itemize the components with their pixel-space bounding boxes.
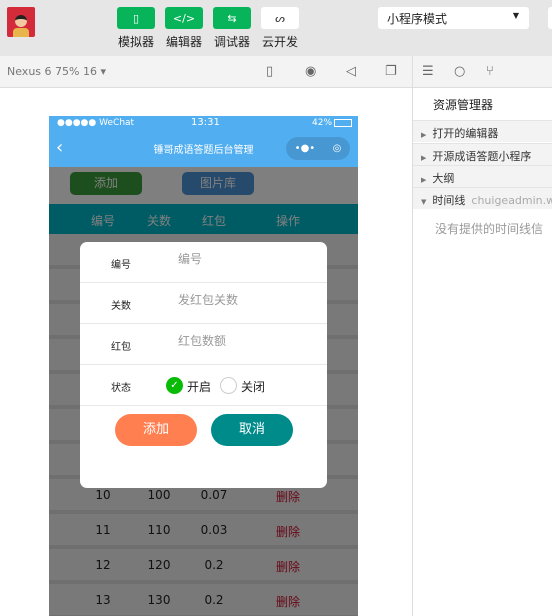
field-label: 关数 bbox=[111, 301, 131, 312]
section-project[interactable]: ▶ 开源成语答题小程序 bbox=[413, 143, 552, 165]
radio-off-label[interactable]: 关闭 bbox=[241, 378, 265, 395]
sliders-icon: ⇆ bbox=[227, 11, 237, 25]
radio-on-label[interactable]: 开启 bbox=[187, 378, 211, 395]
id-input[interactable] bbox=[178, 252, 308, 266]
section-label: 大纲 bbox=[432, 172, 455, 185]
redpacket-input[interactable] bbox=[178, 334, 308, 348]
field-label: 状态 bbox=[111, 383, 131, 394]
cloud-button[interactable]: ᔕ bbox=[261, 7, 299, 29]
field-id: 编号 bbox=[80, 242, 327, 283]
explorer-panel: 资源管理器 ▶ 打开的编辑器 ▶ 开源成语答题小程序 ▶ 大纲 ▼ 时间线 chuigea… bbox=[413, 88, 552, 616]
editor-button[interactable]: </> bbox=[165, 7, 203, 29]
simulator-button[interactable]: ▯ bbox=[117, 7, 155, 29]
add-dialog: 编号 关数 红包 状态 ✓ 开启 关闭 添加 取消 bbox=[80, 242, 327, 488]
caret-down-icon: ▼ bbox=[421, 198, 427, 206]
field-label: 红包 bbox=[111, 342, 131, 353]
field-status: 状态 ✓ 开启 关闭 bbox=[80, 365, 327, 406]
section-timeline[interactable]: ▼ 时间线 chuigeadmin.w bbox=[413, 187, 552, 209]
status-bar: ●●●●● WeChat 13:31 42% bbox=[49, 116, 358, 131]
field-label: 编号 bbox=[111, 260, 131, 271]
close-target-icon[interactable]: ◎ bbox=[333, 143, 342, 154]
cloud-link-icon: ᔕ bbox=[275, 11, 285, 25]
volume-icon[interactable]: ◁ bbox=[346, 64, 356, 79]
phone-icon: ▯ bbox=[132, 11, 140, 25]
section-outline[interactable]: ▶ 大纲 bbox=[413, 165, 552, 187]
top-toolbar: ▯ 模拟器 </> 编辑器 ⇆ 调试器 ᔕ 云开发 小程序模式 ▼ bbox=[0, 0, 552, 56]
section-sub: chuigeadmin.w bbox=[471, 194, 552, 207]
mode-value: 小程序模式 bbox=[387, 12, 448, 26]
cancel-button[interactable]: 取消 bbox=[211, 414, 293, 446]
caret-right-icon: ▶ bbox=[421, 131, 427, 139]
toolbar-overflow bbox=[548, 7, 552, 29]
timeline-empty: 没有提供的时间线信 bbox=[435, 222, 544, 236]
field-redpacket: 红包 bbox=[80, 324, 327, 365]
field-level: 关数 bbox=[80, 283, 327, 324]
more-icon[interactable]: •●• bbox=[295, 143, 316, 154]
radio-off[interactable] bbox=[220, 377, 237, 394]
debugger-label: 调试器 bbox=[213, 35, 250, 49]
nav-bar: ‹ 锤哥成语答题后台管理 •●• ◎ bbox=[49, 131, 358, 167]
debugger-button[interactable]: ⇆ bbox=[213, 7, 251, 29]
window-icon[interactable]: ❐ bbox=[385, 64, 397, 79]
editor-label: 编辑器 bbox=[165, 35, 202, 49]
avatar[interactable] bbox=[7, 7, 35, 37]
radio-on[interactable]: ✓ bbox=[166, 377, 183, 394]
time: 13:31 bbox=[191, 117, 220, 128]
simulator-label: 模拟器 bbox=[117, 35, 154, 49]
device-select[interactable]: Nexus 6 75% 16 ▾ bbox=[7, 65, 106, 78]
cloud-label: 云开发 bbox=[261, 35, 298, 49]
capsule: •●• ◎ bbox=[286, 137, 350, 160]
section-open-editors[interactable]: ▶ 打开的编辑器 bbox=[413, 120, 552, 142]
record-icon[interactable]: ◉ bbox=[305, 64, 316, 79]
submit-button[interactable]: 添加 bbox=[115, 414, 197, 446]
caret-down-icon: ▼ bbox=[512, 11, 519, 20]
caret-right-icon: ▶ bbox=[421, 154, 427, 162]
list-icon[interactable]: ☰ bbox=[422, 64, 434, 79]
branch-icon[interactable]: ⑂ bbox=[486, 64, 494, 79]
carrier: ●●●●● WeChat bbox=[57, 118, 135, 128]
code-icon: </> bbox=[172, 11, 196, 25]
device-bar: Nexus 6 75% 16 ▾ ▯ ◉ ◁ ❐ ☰ ○ ⑂ bbox=[0, 56, 552, 88]
phone-icon[interactable]: ▯ bbox=[266, 64, 273, 79]
explorer-title: 资源管理器 bbox=[433, 98, 494, 112]
section-label: 开源成语答题小程序 bbox=[432, 150, 532, 163]
caret-right-icon: ▶ bbox=[421, 176, 427, 184]
battery: 42% bbox=[312, 118, 333, 128]
mode-select[interactable]: 小程序模式 ▼ bbox=[378, 7, 529, 29]
check-icon: ✓ bbox=[170, 380, 179, 391]
search-icon[interactable]: ○ bbox=[454, 64, 465, 79]
section-label: 时间线 bbox=[432, 194, 466, 207]
section-label: 打开的编辑器 bbox=[432, 127, 499, 140]
battery-icon bbox=[334, 119, 352, 127]
level-input[interactable] bbox=[178, 293, 308, 307]
